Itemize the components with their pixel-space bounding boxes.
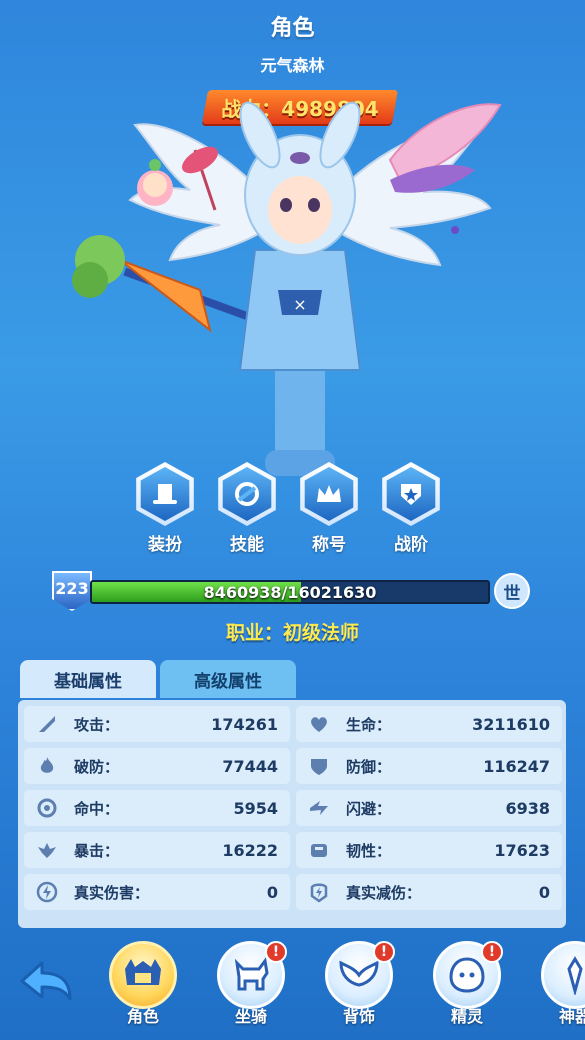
dress-up-label: 装扮 — [148, 535, 182, 555]
dodge-icon — [306, 795, 332, 821]
stat-name: 防御： — [346, 757, 392, 776]
skills-label: 技能 — [230, 535, 264, 555]
artifact-icon — [541, 941, 585, 1009]
skills-button[interactable]: 技能 — [212, 462, 282, 555]
titles-label: 称号 — [312, 535, 346, 555]
stat-name: 攻击： — [74, 715, 120, 734]
stat-defense: 防御： 116247 — [296, 748, 562, 784]
stat-armor-break: 破防： 77444 — [24, 748, 290, 784]
rank-label: 战阶 — [394, 535, 428, 555]
server-name: 元气森林 — [260, 56, 325, 75]
back-button[interactable] — [18, 957, 74, 1007]
stat-value: 6938 — [505, 798, 550, 818]
accessory-alert-badge: ! — [373, 941, 395, 963]
character-body: × — [238, 249, 362, 476]
stat-dodge: 闪避： 6938 — [296, 790, 562, 826]
back-arrow-icon — [20, 961, 72, 1001]
shield-icon — [306, 753, 332, 779]
svg-text:×: × — [293, 295, 306, 314]
titles-button[interactable]: 称号 — [294, 462, 364, 555]
spirit-alert-badge: ! — [481, 941, 503, 963]
nav-label: 角色 — [126, 1007, 159, 1026]
nav-artifact[interactable]: 神器 — [535, 941, 585, 1027]
character-helmet-icon — [109, 941, 177, 1009]
rank-button[interactable]: 战阶 — [376, 462, 446, 555]
stat-name: 命中： — [74, 799, 120, 818]
world-button[interactable]: 世 — [494, 573, 530, 609]
stat-name: 真实减伤： — [346, 883, 422, 902]
crit-icon — [34, 837, 60, 863]
attack-icon — [34, 711, 60, 737]
stat-name: 真实伤害： — [74, 883, 150, 902]
mount-alert-badge: ! — [265, 941, 287, 963]
nav-mount[interactable]: 坐骑 ! — [211, 941, 291, 1027]
nav-back-accessory[interactable]: 背饰 ! — [319, 941, 399, 1027]
heart-icon — [306, 711, 332, 737]
stat-name: 韧性： — [346, 841, 392, 860]
attribute-tabs: 基础属性 高级属性 — [20, 660, 296, 698]
xp-bar: 8460938/16021630 — [90, 580, 490, 604]
stat-value: 17623 — [494, 840, 550, 860]
stat-name: 破防： — [74, 757, 120, 776]
stat-value: 5954 — [233, 798, 278, 818]
nav-spirit[interactable]: 精灵 ! — [427, 941, 507, 1027]
toughness-icon — [306, 837, 332, 863]
character-actions: 装扮 技能 称号 战阶 — [130, 462, 460, 562]
tab-basic-attributes[interactable]: 基础属性 — [20, 660, 156, 698]
stat-true-damage: 真实伤害： 0 — [24, 874, 290, 910]
stat-crit: 暴击： 16222 — [24, 832, 290, 868]
xp-text: 8460938/16021630 — [203, 582, 377, 602]
stat-value: 77444 — [222, 756, 278, 776]
stat-health: 生命： 3211610 — [296, 706, 562, 742]
dress-up-button[interactable]: 装扮 — [130, 462, 200, 555]
target-icon — [34, 795, 60, 821]
job-class: 职业：初级法师 — [225, 622, 359, 644]
stat-true-reduction: 真实减伤： 0 — [296, 874, 562, 910]
stat-value: 116247 — [483, 756, 550, 776]
top-hat-icon — [140, 467, 190, 521]
stat-value: 0 — [538, 882, 550, 902]
nav-label: 精灵 — [450, 1007, 483, 1026]
stat-value: 3211610 — [472, 714, 550, 734]
header: 角色 元气森林 — [0, 10, 585, 76]
stat-name: 生命： — [346, 715, 392, 734]
stat-value: 174261 — [211, 714, 278, 734]
nav-label: 背饰 — [342, 1007, 375, 1026]
page-title: 角色 — [270, 16, 315, 41]
attributes-panel: 攻击： 174261 生命： 3211610 破防： 77444 防御： 116… — [18, 700, 566, 928]
nav-label: 坐骑 — [234, 1007, 267, 1026]
stat-value: 16222 — [222, 840, 278, 860]
nav-character[interactable]: 角色 — [103, 941, 183, 1027]
stat-name: 暴击： — [74, 841, 120, 860]
stat-value: 0 — [266, 882, 278, 902]
flame-icon — [34, 753, 60, 779]
stat-name: 闪避： — [346, 799, 392, 818]
skill-swirl-icon — [222, 467, 272, 521]
rank-shield-icon — [386, 467, 436, 521]
stat-accuracy: 命中： 5954 — [24, 790, 290, 826]
nav-label: 神器 — [558, 1007, 585, 1026]
true-reduction-icon — [306, 879, 332, 905]
level-badge: 223 — [52, 571, 92, 611]
character-illustration[interactable]: × — [60, 80, 540, 480]
true-damage-icon — [34, 879, 60, 905]
stat-toughness: 韧性： 17623 — [296, 832, 562, 868]
crown-icon — [304, 467, 354, 521]
bottom-nav: 角色 坐骑 ! 背饰 ! 精灵 ! 神器 — [0, 935, 585, 1040]
stat-attack: 攻击： 174261 — [24, 706, 290, 742]
tab-advanced-attributes[interactable]: 高级属性 — [160, 660, 296, 698]
